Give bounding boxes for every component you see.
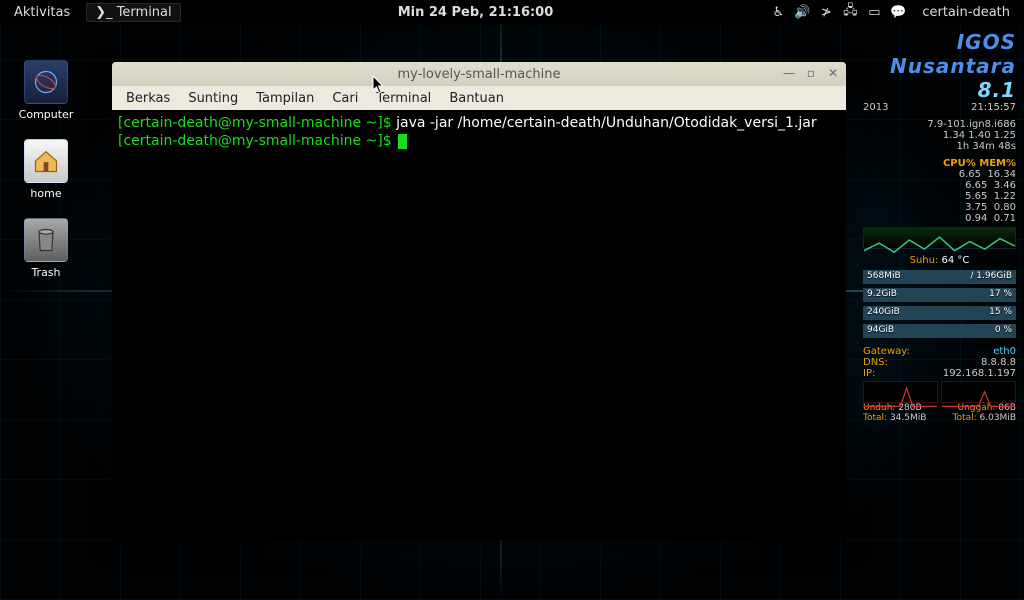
process-row: 6.65 16.34 [863, 169, 1016, 180]
desktop-icon-label: home [30, 187, 61, 200]
trash-icon [24, 218, 68, 262]
kernel-value: 7.9-101.ign8.i686 [927, 119, 1016, 130]
dns-value: 8.8.8.8 [981, 357, 1016, 368]
distro-name: IGOS Nusantara [890, 30, 1016, 78]
menu-terminal[interactable]: Terminal [368, 89, 439, 108]
ip-value: 192.168.1.197 [943, 368, 1016, 379]
process-row: 0.94 0.71 [863, 213, 1016, 224]
process-row: 6.65 3.46 [863, 180, 1016, 191]
menu-tampilan[interactable]: Tampilan [248, 89, 322, 108]
window-titlebar[interactable]: my-lovely-small-machine — ▫ ✕ [112, 62, 846, 86]
menu-berkas[interactable]: Berkas [118, 89, 178, 108]
accessibility-icon[interactable]: ♿ [770, 5, 786, 20]
network-icon[interactable]: 🖧 [842, 1, 858, 23]
menubar: Berkas Sunting Tampilan Cari Terminal Ba… [112, 86, 846, 110]
menu-sunting[interactable]: Sunting [180, 89, 246, 108]
terminal-body[interactable]: [certain-death@my-small-machine ~]$ java… [112, 110, 846, 540]
desktop-icon-home[interactable]: home [14, 139, 78, 200]
process-row: 3.75 0.80 [863, 202, 1016, 213]
volume-icon[interactable]: 🔊 [794, 5, 810, 20]
taskbar-terminal-label: Terminal [117, 5, 172, 20]
download-graph [863, 381, 938, 403]
home-icon [24, 139, 68, 183]
top-panel: Aktivitas ❯_ Terminal Min 24 Peb, 21:16:… [0, 0, 1024, 24]
terminal-icon: ❯_ [95, 5, 112, 20]
distro-version: 8.1 [978, 78, 1016, 102]
window-minimize-button[interactable]: — [782, 66, 796, 80]
user-menu[interactable]: certain-death [914, 3, 1018, 22]
terminal-window: my-lovely-small-machine — ▫ ✕ Berkas Sun… [112, 62, 846, 540]
gateway-value: eth0 [993, 346, 1016, 357]
uptime-value: 1h 34m 48s [957, 141, 1016, 152]
menu-bantuan[interactable]: Bantuan [441, 89, 512, 108]
cpu-graph [863, 227, 1016, 249]
panel-clock[interactable]: Min 24 Peb, 21:16:00 [187, 5, 765, 20]
usage-bar: 240GiB15 % [863, 306, 1016, 320]
bluetooth-icon[interactable]: ≯ [818, 5, 834, 20]
usage-bar: 94GiB0 % [863, 324, 1016, 338]
command-text: java -jar /home/certain-death/Unduhan/Ot… [396, 115, 817, 131]
desktop-icon-label: Trash [31, 266, 60, 279]
process-row: 5.65 1.22 [863, 191, 1016, 202]
system-monitor: IGOS Nusantara 8.1 2013 21:15:57 7.9-101… [859, 24, 1024, 429]
prompt: [certain-death@my-small-machine ~]$ [118, 133, 396, 149]
upload-graph [941, 381, 1016, 403]
conky-time: 21:15:57 [971, 102, 1016, 113]
gateway-label: Gateway: [863, 346, 910, 357]
computer-icon [24, 60, 68, 104]
dns-label: DNS: [863, 357, 888, 368]
terminal-cursor [398, 134, 407, 149]
desktop-icon-computer[interactable]: Computer [14, 60, 78, 121]
battery-icon[interactable]: ▭ [866, 5, 882, 20]
loadavg-value: 1.34 1.40 1.25 [943, 130, 1016, 141]
distro-heading: IGOS Nusantara 8.1 [863, 30, 1016, 102]
ip-label: IP: [863, 368, 875, 379]
usage-bar: 568MiB/ 1.96GiB [863, 270, 1016, 284]
usage-bar: 9.2GiB17 % [863, 288, 1016, 302]
taskbar-terminal[interactable]: ❯_ Terminal [86, 3, 180, 22]
conky-year: 2013 [863, 102, 888, 113]
window-maximize-button[interactable]: ▫ [804, 66, 818, 80]
window-close-button[interactable]: ✕ [826, 66, 840, 80]
desktop-icons: Computer home Trash [14, 60, 78, 279]
chat-icon[interactable]: 💬 [890, 5, 906, 20]
desktop-icon-label: Computer [19, 108, 74, 121]
menu-cari[interactable]: Cari [324, 89, 366, 108]
prompt: [certain-death@my-small-machine ~]$ [118, 115, 396, 131]
cpu-mem-header: CPU% MEM% [863, 158, 1016, 169]
desktop-icon-trash[interactable]: Trash [14, 218, 78, 279]
activities-button[interactable]: Aktivitas [6, 3, 78, 22]
window-title: my-lovely-small-machine [112, 67, 846, 82]
